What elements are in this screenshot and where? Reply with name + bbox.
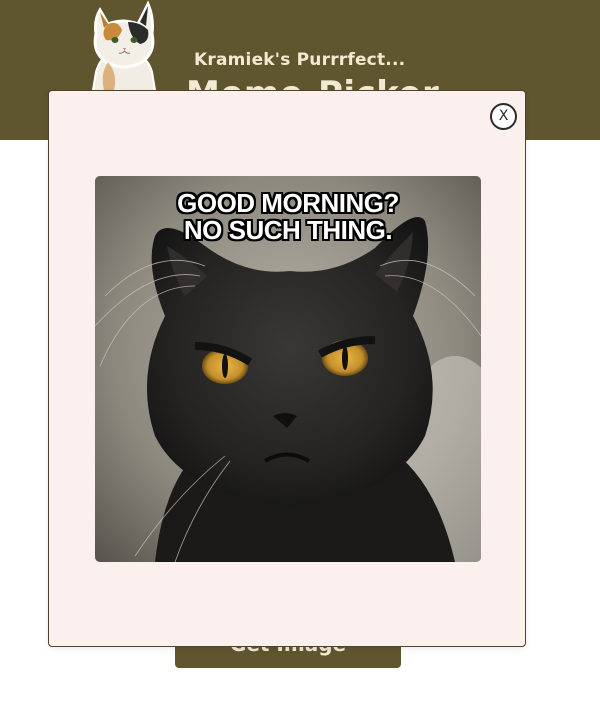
meme-caption-line-1: GOOD MORNING? bbox=[177, 188, 399, 218]
meme-image: GOOD MORNING? NO SUCH THING. bbox=[95, 176, 481, 562]
meme-caption: GOOD MORNING? NO SUCH THING. bbox=[95, 190, 481, 244]
meme-caption-line-2: NO SUCH THING. bbox=[183, 215, 393, 245]
header-subtitle: Kramiek's Purrrfect... bbox=[194, 50, 406, 70]
calico-cat-logo bbox=[90, 0, 158, 96]
meme-modal: X GOOD MORNING? NO SUCH THING. bbox=[48, 90, 526, 647]
close-modal-button[interactable]: X bbox=[490, 103, 517, 130]
